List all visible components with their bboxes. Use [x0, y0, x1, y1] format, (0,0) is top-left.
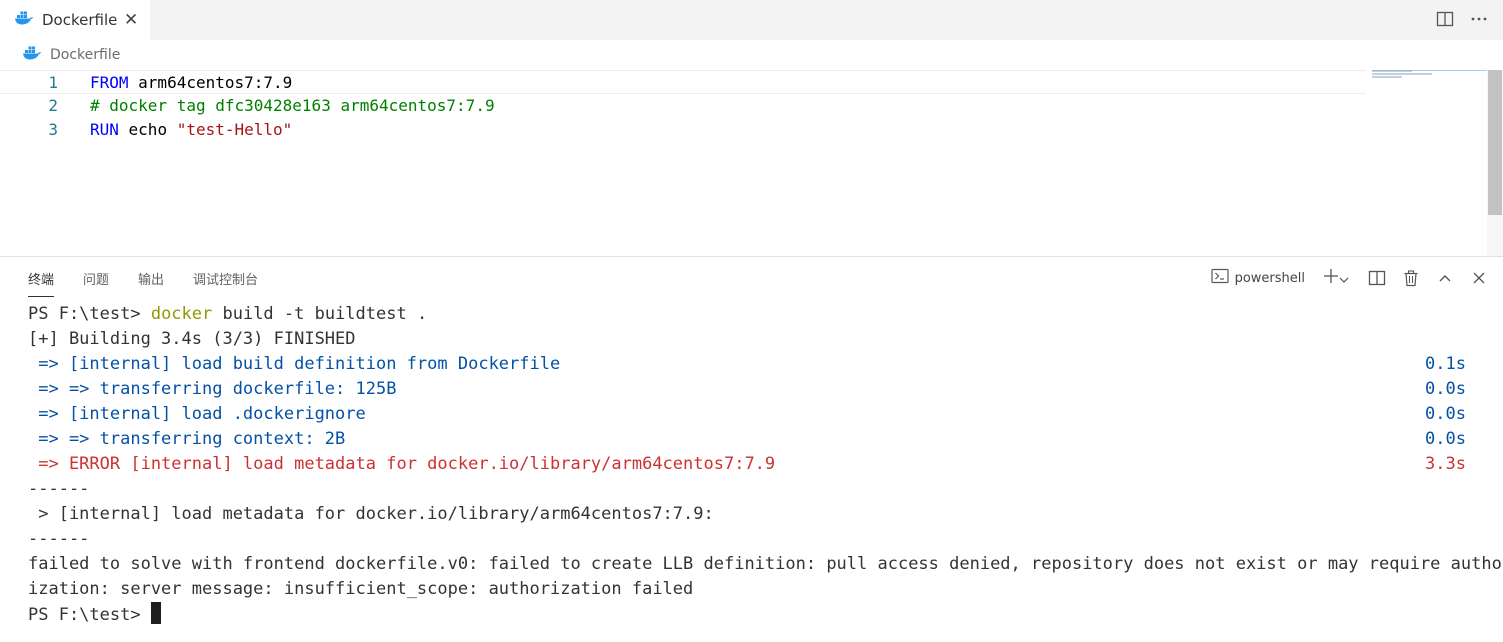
comment-token: # docker tag dfc30428e163 arm64centos7:7…	[90, 96, 495, 115]
tab-dockerfile[interactable]: Dockerfile ✕	[0, 0, 150, 40]
step-text: => ERROR [internal] load metadata for do…	[28, 454, 776, 474]
editor-scrollbar[interactable]	[1487, 70, 1503, 256]
terminal-cursor	[150, 602, 161, 624]
build-step: => => transferring context: 2B 0.0s	[28, 427, 1478, 452]
keyword-token: FROM	[90, 73, 129, 92]
code-text: echo	[118, 120, 177, 139]
step-time: 0.1s	[1425, 354, 1466, 374]
keyword-token: RUN	[90, 120, 119, 139]
string-token: "test-Hello"	[176, 120, 293, 139]
tab-debug-console[interactable]: 调试控制台	[193, 269, 258, 297]
panel-tabs: 终端 问题 输出 调试控制台	[28, 269, 287, 297]
chevron-down-icon[interactable]	[1339, 269, 1349, 288]
editor-tab-bar: Dockerfile ✕	[0, 0, 1503, 40]
code-text: arm64centos7:7.9	[128, 73, 293, 92]
code-line[interactable]: 1 FROM arm64centos7:7.9	[0, 70, 1366, 94]
terminal-line: [+] Building 3.4s (3/3) FINISHED	[28, 329, 356, 349]
shell-name: powershell	[1234, 270, 1305, 286]
scrollbar-thumb[interactable]	[1488, 70, 1502, 215]
build-step: => [internal] load .dockerignore 0.0s	[28, 402, 1478, 427]
command-name: docker	[150, 304, 213, 324]
prompt: PS F:\test>	[28, 304, 151, 324]
command-args: build -t buildtest .	[212, 304, 428, 324]
terminal-output[interactable]: PS F:\test> docker build -t buildtest . …	[28, 302, 1503, 627]
terminal-selector[interactable]: powershell	[1210, 268, 1305, 288]
plus-icon	[1323, 268, 1339, 288]
trash-icon[interactable]	[1401, 267, 1421, 289]
code-line[interactable]: 3 RUN echo "test-Hello"	[0, 118, 1366, 142]
breadcrumb[interactable]: Dockerfile	[22, 44, 120, 66]
code-line[interactable]: 2 # docker tag dfc30428e163 arm64centos7…	[0, 94, 1366, 118]
tab-output[interactable]: 输出	[138, 269, 164, 297]
step-time: 0.0s	[1425, 379, 1466, 399]
tab-problems[interactable]: 问题	[83, 269, 109, 297]
separator-line: ------	[28, 529, 90, 549]
split-terminal-icon[interactable]	[1367, 267, 1387, 289]
terminal-line: PS F:\test> docker build -t buildtest .	[28, 302, 1478, 327]
build-step: => [internal] load build definition from…	[28, 352, 1478, 377]
terminal-line[interactable]: PS F:\test>	[28, 602, 1478, 627]
split-editor-icon[interactable]	[1435, 8, 1455, 30]
new-terminal-button[interactable]	[1319, 267, 1353, 289]
tab-terminal[interactable]: 终端	[28, 269, 55, 297]
bottom-panel: 终端 问题 输出 调试控制台 powershell PS F:\test> do…	[0, 256, 1503, 642]
step-time: 0.0s	[1425, 429, 1466, 449]
build-step-error: => ERROR [internal] load metadata for do…	[28, 452, 1478, 477]
maximize-panel-icon[interactable]	[1435, 267, 1455, 289]
prompt: PS F:\test>	[28, 605, 151, 625]
breadcrumb-file[interactable]: Dockerfile	[50, 47, 120, 63]
step-text: => => transferring dockerfile: 125B	[28, 379, 397, 399]
close-panel-icon[interactable]	[1469, 267, 1489, 289]
docker-icon	[14, 10, 34, 30]
step-text: => => transferring context: 2B	[28, 429, 346, 449]
terminal-line: > [internal] load metadata for docker.io…	[28, 504, 714, 524]
minimap[interactable]	[1372, 70, 1487, 80]
step-time: 3.3s	[1425, 454, 1466, 474]
separator-line: ------	[28, 479, 90, 499]
error-message: failed to solve with frontend dockerfile…	[28, 554, 1503, 574]
docker-icon	[22, 45, 42, 65]
error-message: ization: server message: insufficient_sc…	[28, 579, 694, 599]
step-text: => [internal] load .dockerignore	[28, 404, 366, 424]
tab-title: Dockerfile	[42, 11, 118, 29]
line-number: 1	[48, 73, 58, 92]
line-number: 2	[48, 96, 58, 115]
close-icon[interactable]: ✕	[124, 10, 138, 30]
step-time: 0.0s	[1425, 404, 1466, 424]
line-number: 3	[48, 120, 58, 139]
step-text: => [internal] load build definition from…	[28, 354, 561, 374]
terminal-icon	[1210, 268, 1229, 288]
code-editor[interactable]: 1 FROM arm64centos7:7.9 2 # docker tag d…	[0, 70, 1503, 256]
more-actions-icon[interactable]	[1469, 8, 1489, 30]
build-step: => => transferring dockerfile: 125B 0.0s	[28, 377, 1478, 402]
